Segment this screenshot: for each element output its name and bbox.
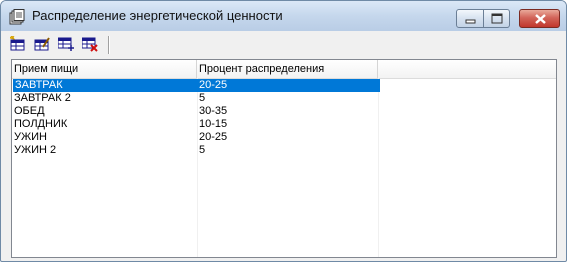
maximize-button[interactable] [484,9,510,28]
meal-cell: ЗАВТРАК 2 [14,92,71,104]
percent-cell: 30-35 [199,105,228,117]
column-header-meal[interactable]: Прием пищи [12,60,197,78]
insert-record-button[interactable] [56,34,76,54]
table-delete-icon [82,37,98,52]
minimize-icon [465,19,476,24]
window-app-icon [9,9,25,25]
table-row[interactable]: УЖИН 2 5 [12,144,556,157]
table-insert-icon [58,37,74,51]
percent-cell: 5 [199,144,206,156]
meal-cell: УЖИН [14,131,47,143]
toolbar-separator [108,36,110,54]
meal-cell: ПОЛДНИК [14,118,68,130]
close-button[interactable] [519,9,560,28]
table-row[interactable]: ПОЛДНИК 10-15 [12,118,556,131]
table-row[interactable]: ОБЕД 30-35 [12,105,556,118]
meal-distribution-table[interactable]: Прием пищи Процент распределения ЗАВТРАК… [11,59,557,258]
delete-record-button[interactable] [80,34,100,54]
column-header-percent[interactable]: Процент распределения [197,60,378,78]
maximize-icon [491,13,503,24]
column-header-empty[interactable] [378,60,556,78]
close-icon [535,14,546,24]
percent-cell: 5 [199,92,206,104]
table-edit-icon [34,37,50,51]
add-record-button[interactable] [8,34,28,54]
app-window: Распределение энергетической ценности Пр… [0,0,567,262]
minimize-button[interactable] [456,9,484,28]
percent-cell: 20-25 [197,79,380,92]
table-row[interactable]: ЗАВТРАК 20-25 [12,79,556,92]
table-row[interactable]: ЗАВТРАК 2 5 [12,92,556,105]
meal-cell: ЗАВТРАК [13,79,198,92]
percent-cell: 20-25 [199,131,228,143]
table-header: Прием пищи Процент распределения [12,60,556,79]
meal-cell: УЖИН 2 [14,144,57,156]
table-row[interactable]: УЖИН 20-25 [12,131,556,144]
edit-record-button[interactable] [32,34,52,54]
percent-cell: 10-15 [199,118,228,130]
title-bar[interactable]: Распределение энергетической ценности [1,1,566,31]
table-add-icon [10,36,25,51]
meal-cell: ОБЕД [14,105,45,117]
window-title: Распределение энергетической ценности [32,8,283,23]
window-content: Прием пищи Процент распределения ЗАВТРАК… [2,31,565,260]
